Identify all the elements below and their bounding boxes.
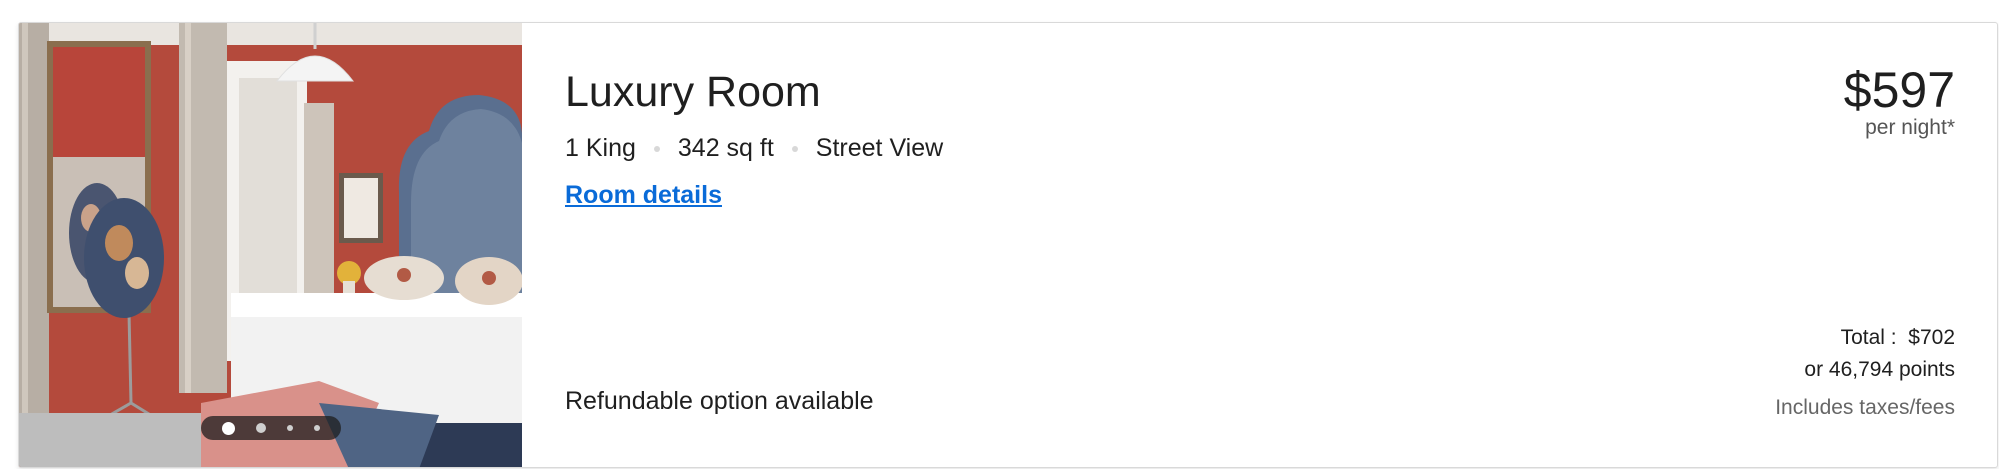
room-size: 342 sq ft [677,134,774,162]
room-view: Street View [815,134,944,162]
price-amount: $597 [1843,62,1955,118]
taxes-note: Includes taxes/fees [1775,396,1955,419]
total-price: Total : $702 [1775,322,1955,354]
total-value: $702 [1908,326,1955,349]
room-details-link[interactable]: Room details [565,181,722,210]
bed-type: 1 King [565,134,636,162]
points-price: or 46,794 points [1804,358,1955,381]
nightly-price: $597 per night* [1844,63,1955,140]
carousel-dot-3[interactable] [287,425,294,431]
carousel-dot-2[interactable] [255,423,266,433]
room-photo[interactable] [19,23,522,468]
carousel-indicator [201,416,341,440]
carousel-dot-1[interactable] [221,421,235,435]
room-card: Luxury Room 1 King 342 sq ft Street View… [18,22,1998,468]
room-name: Luxury Room [565,68,821,116]
room-features: 1 King 342 sq ft Street View [565,134,943,163]
price-unit: per night* [1865,116,1955,139]
feature-separator [653,145,660,152]
total-price-block: Total : $702 or 46,794 points Includes t… [1775,322,1955,424]
carousel-dot-4[interactable] [314,425,321,431]
feature-separator [791,145,798,152]
room-photo-carousel[interactable] [19,23,522,468]
refundable-note: Refundable option available [565,387,874,415]
total-label: Total : [1840,326,1897,349]
